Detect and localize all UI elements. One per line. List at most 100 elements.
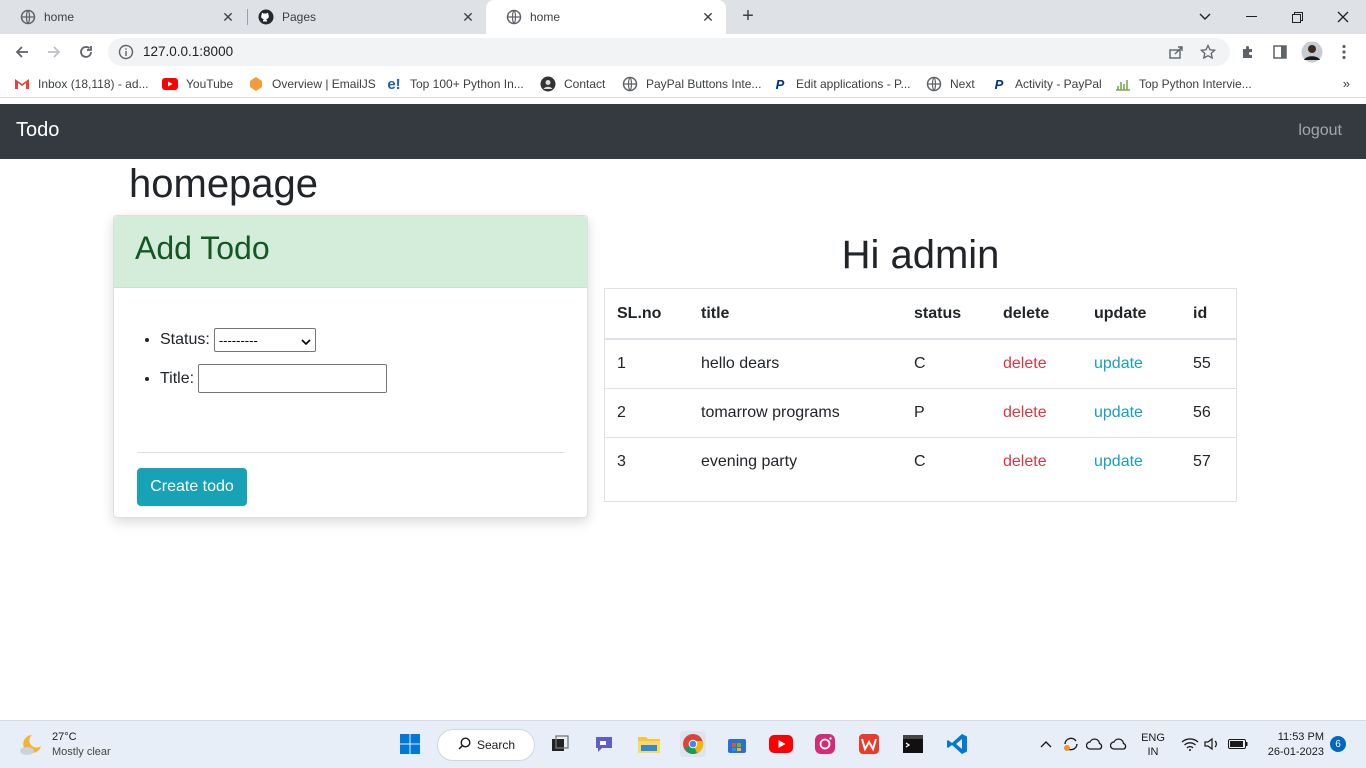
close-icon[interactable]: ✕ bbox=[700, 9, 716, 25]
bookmark-item[interactable]: P Edit applications - P... bbox=[772, 76, 911, 92]
file-explorer-icon[interactable] bbox=[636, 731, 662, 757]
delete-link[interactable]: delete bbox=[1003, 404, 1047, 421]
greeting-heading: Hi admin bbox=[841, 233, 1000, 277]
page-title: homepage bbox=[129, 162, 319, 206]
teams-chat-icon[interactable] bbox=[591, 731, 617, 757]
bookmark-item[interactable]: Next bbox=[926, 76, 975, 92]
title-input[interactable] bbox=[198, 364, 388, 393]
windows-start-icon[interactable] bbox=[397, 731, 423, 757]
browser-tab-active[interactable]: home ✕ bbox=[486, 0, 726, 34]
bookmark-item[interactable]: e! Top 100+ Python In... bbox=[386, 76, 523, 93]
card-header: Add Todo bbox=[114, 216, 587, 288]
system-clock[interactable]: 11:53 PM 26-01-2023 bbox=[1262, 730, 1324, 760]
browser-tab[interactable]: home ✕ bbox=[0, 0, 246, 34]
form-fields-list: Status: --------- Title: bbox=[137, 328, 564, 400]
chevron-up-icon[interactable] bbox=[1036, 731, 1056, 757]
address-bar[interactable]: 127.0.0.1:8000 bbox=[108, 38, 1230, 66]
battery-icon[interactable] bbox=[1226, 731, 1250, 757]
youtube-icon[interactable] bbox=[768, 731, 794, 757]
bookmark-item[interactable]: Contact bbox=[540, 76, 605, 92]
browser-toolbar: 127.0.0.1:8000 bbox=[0, 34, 1366, 70]
bookmark-star-icon[interactable] bbox=[1196, 40, 1220, 64]
sync-icon[interactable] bbox=[1060, 731, 1082, 757]
bookmark-item[interactable]: PayPal Buttons Inte... bbox=[622, 76, 761, 92]
add-todo-form: Status: --------- Title: Create todo bbox=[114, 328, 587, 506]
create-todo-button[interactable]: Create todo bbox=[137, 468, 247, 506]
todo-table-container: SL.no title status delete update id 1 he… bbox=[604, 288, 1237, 502]
tab-search-chevron-down-icon[interactable] bbox=[1182, 0, 1228, 34]
bookmark-item[interactable]: Top Python Intervie... bbox=[1115, 76, 1252, 92]
bookmark-label: Overview | EmailJS bbox=[272, 77, 376, 91]
close-icon[interactable]: ✕ bbox=[460, 9, 476, 25]
forward-arrow-icon[interactable] bbox=[42, 40, 66, 64]
title-label: Title: bbox=[160, 369, 195, 387]
wifi-icon[interactable] bbox=[1180, 731, 1200, 757]
bookmark-label: Edit applications - P... bbox=[796, 77, 911, 91]
navbar-brand[interactable]: Todo bbox=[16, 119, 59, 142]
volume-icon[interactable] bbox=[1202, 731, 1222, 757]
extensions-puzzle-icon[interactable] bbox=[1236, 40, 1260, 64]
notification-badge[interactable]: 6 bbox=[1330, 736, 1346, 752]
table-row: 1 hello dears C delete update 55 bbox=[605, 339, 1236, 389]
status-select[interactable]: --------- bbox=[213, 328, 316, 352]
instagram-icon[interactable] bbox=[812, 731, 838, 757]
tab-title: Pages bbox=[282, 10, 317, 24]
github-icon bbox=[258, 9, 274, 25]
region-code: IN bbox=[1147, 746, 1159, 758]
cell-id: 57 bbox=[1193, 452, 1211, 470]
chevron-down-icon bbox=[301, 333, 311, 348]
column-header: SL.no bbox=[605, 289, 689, 340]
minimize-button[interactable] bbox=[1228, 0, 1274, 34]
close-window-button[interactable] bbox=[1320, 0, 1366, 34]
paypal-icon: P bbox=[775, 76, 785, 92]
cloud-icon[interactable] bbox=[1108, 731, 1130, 757]
browser-tab[interactable]: Pages ✕ bbox=[238, 0, 486, 34]
bookmark-item[interactable]: YouTube bbox=[162, 76, 233, 92]
column-header: delete bbox=[991, 289, 1082, 340]
chrome-icon[interactable] bbox=[680, 731, 706, 757]
onedrive-cloud-icon[interactable] bbox=[1084, 731, 1106, 757]
bookmark-item[interactable]: P Activity - PayPal bbox=[991, 76, 1102, 92]
side-panel-icon[interactable] bbox=[1268, 40, 1292, 64]
browser-tab-strip: home ✕ Pages ✕ home ✕ + bbox=[0, 0, 1366, 34]
update-link[interactable]: update bbox=[1094, 404, 1143, 421]
delete-link[interactable]: delete bbox=[1003, 355, 1047, 372]
close-icon[interactable]: ✕ bbox=[220, 9, 236, 25]
globe-icon bbox=[622, 76, 638, 92]
cell-status: C bbox=[914, 452, 926, 470]
language-indicator[interactable]: ENG IN bbox=[1138, 731, 1168, 759]
weather-description: Mostly clear bbox=[52, 746, 111, 758]
microsoft-store-icon[interactable] bbox=[724, 731, 750, 757]
cell-sl: 2 bbox=[605, 388, 689, 438]
update-link[interactable]: update bbox=[1094, 453, 1143, 470]
weather-widget[interactable]: 27°C Mostly clear bbox=[18, 730, 111, 760]
clock-date: 26-01-2023 bbox=[1267, 746, 1324, 758]
cell-sl: 3 bbox=[617, 452, 626, 470]
update-link[interactable]: update bbox=[1094, 355, 1143, 372]
back-arrow-icon[interactable] bbox=[10, 40, 34, 64]
cell-id: 55 bbox=[1181, 339, 1236, 389]
restore-button[interactable] bbox=[1274, 0, 1320, 34]
share-icon[interactable] bbox=[1164, 40, 1188, 64]
more-bookmarks-button[interactable]: » bbox=[1343, 76, 1350, 91]
task-view-icon[interactable] bbox=[547, 731, 573, 757]
vscode-icon[interactable] bbox=[944, 731, 970, 757]
column-header: status bbox=[902, 289, 991, 340]
bookmark-item[interactable]: Overview | EmailJS bbox=[248, 76, 376, 92]
new-tab-button[interactable]: + bbox=[738, 6, 758, 28]
terminal-icon[interactable] bbox=[900, 731, 926, 757]
taskbar-search[interactable]: Search bbox=[437, 729, 535, 761]
globe-icon bbox=[506, 9, 522, 25]
menu-dots-icon[interactable] bbox=[1332, 40, 1356, 64]
wps-office-icon[interactable] bbox=[856, 731, 882, 757]
reload-icon[interactable] bbox=[74, 40, 98, 64]
delete-link[interactable]: delete bbox=[1003, 453, 1047, 470]
profile-avatar[interactable] bbox=[1300, 40, 1324, 64]
bookmark-item[interactable]: Inbox (18,118) - ad... bbox=[14, 76, 149, 92]
logout-link[interactable]: logout bbox=[1298, 122, 1342, 140]
site-info-icon[interactable] bbox=[118, 44, 134, 60]
cell-status: P bbox=[902, 388, 991, 438]
bookmark-label: YouTube bbox=[186, 77, 234, 91]
bookmark-label: PayPal Buttons Inte... bbox=[646, 77, 762, 91]
cell-title: evening party bbox=[701, 452, 798, 470]
